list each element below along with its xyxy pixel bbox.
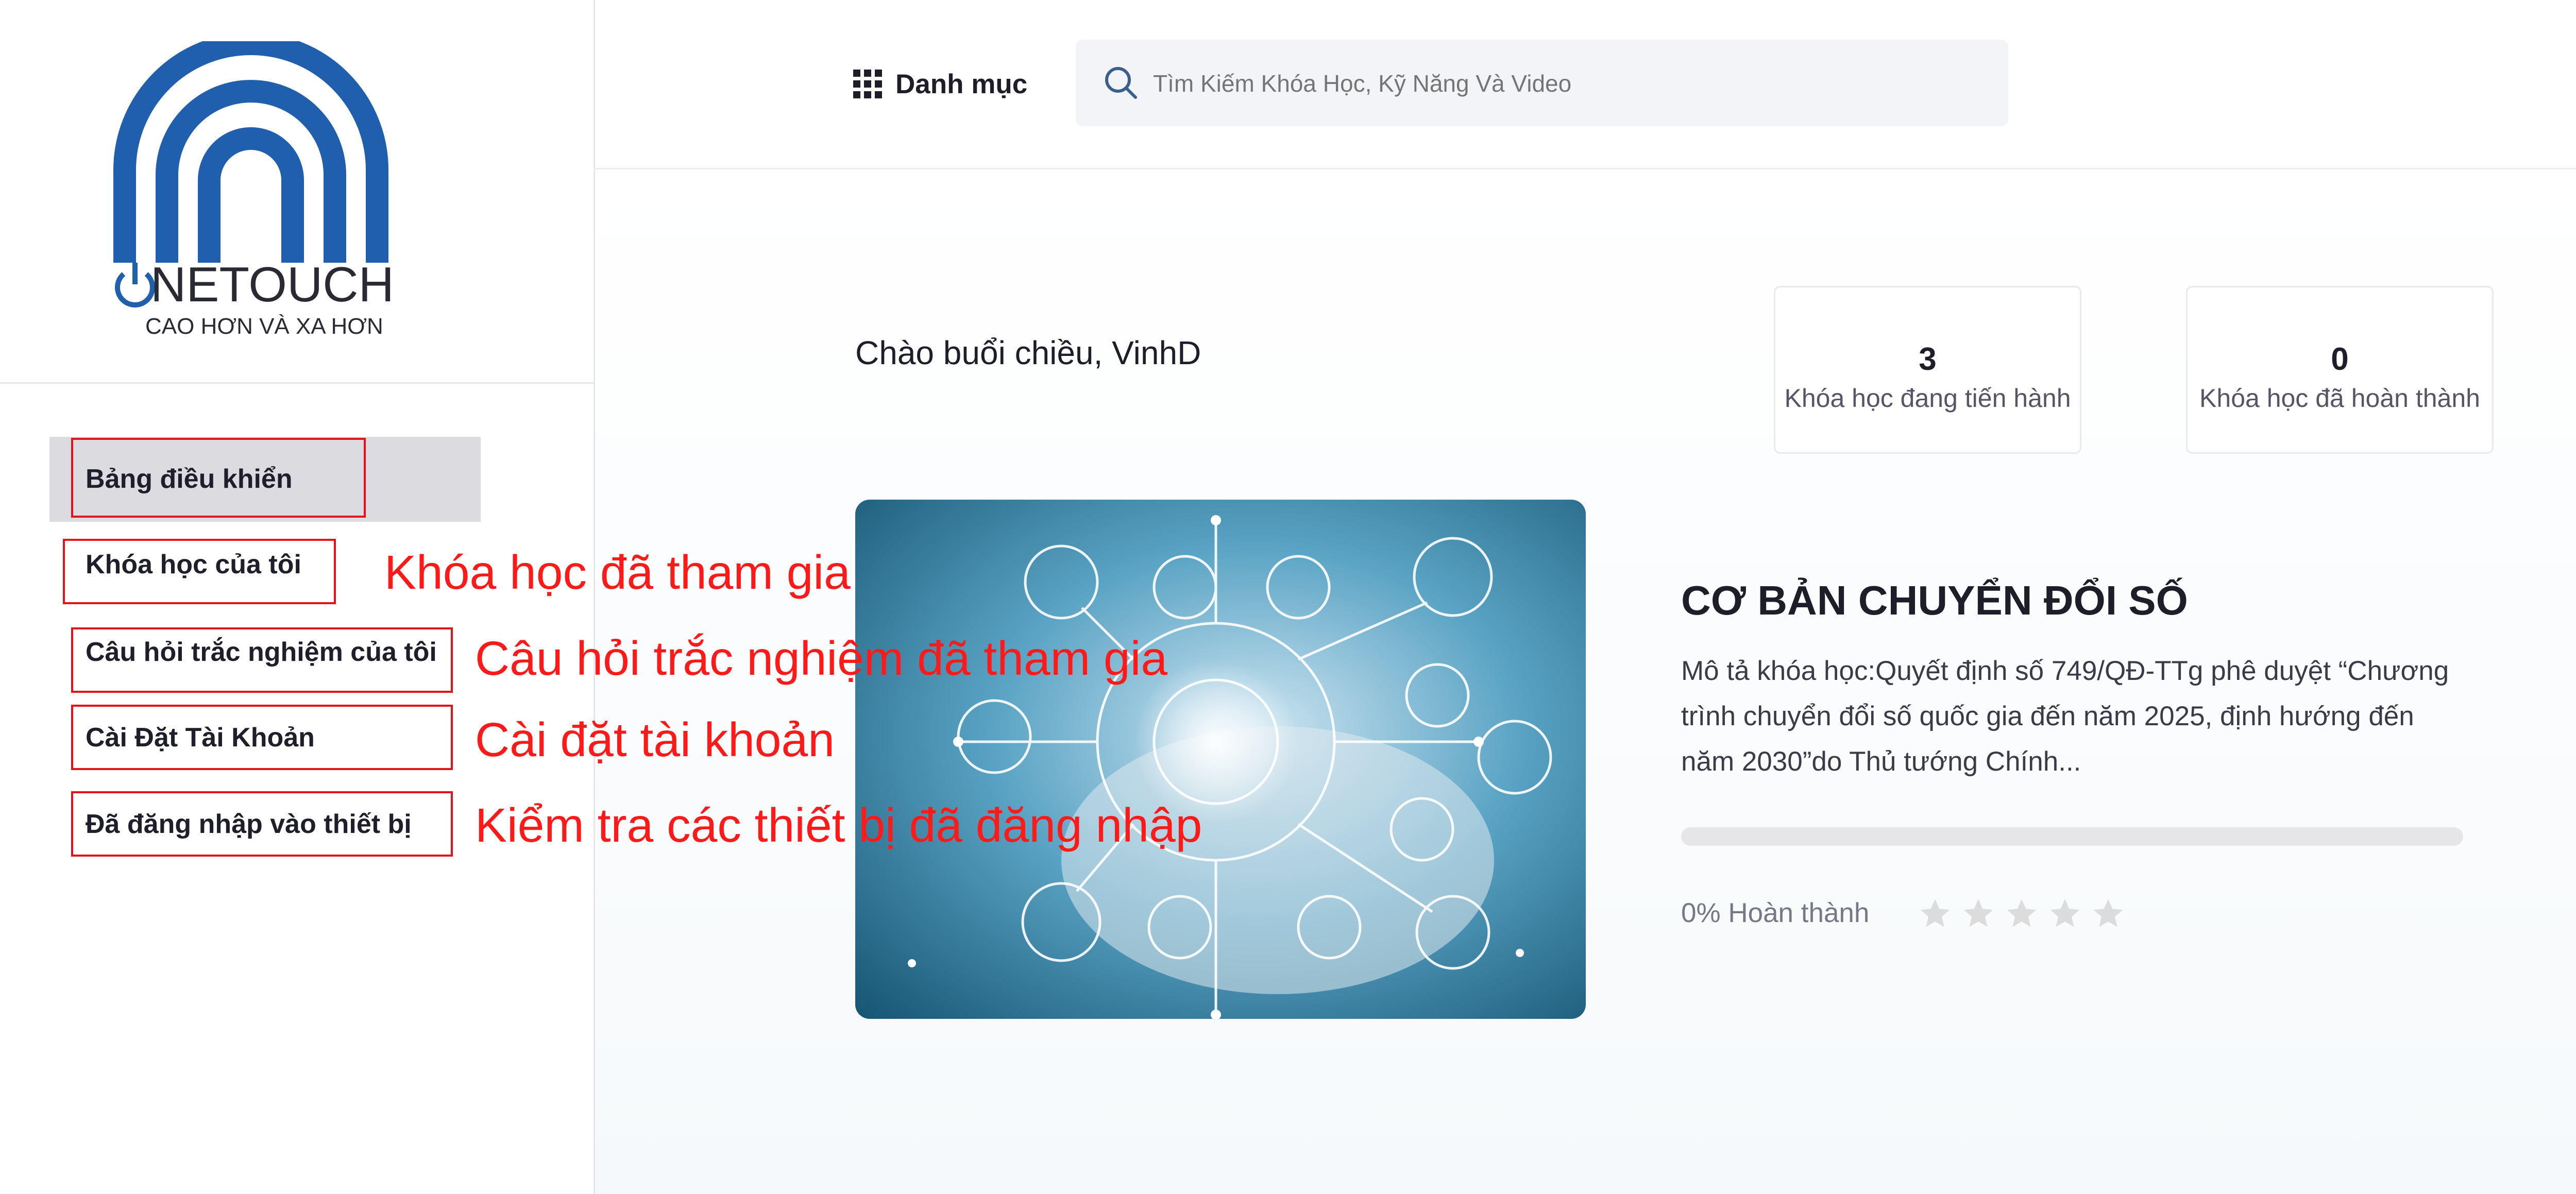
grid-icon <box>853 70 882 98</box>
course-description-line: trình chuyển đổi số quốc gia đến năm 202… <box>1681 701 2414 731</box>
stat-card-in-progress: 3 Khóa học đang tiến hành <box>1774 286 2081 454</box>
star-icon[interactable] <box>1961 896 1996 931</box>
category-menu-label: Danh mục <box>895 69 1028 99</box>
greeting: Chào buổi chiều, VinhD <box>855 334 1201 371</box>
category-menu-button[interactable]: Danh mục <box>853 66 1027 102</box>
course-title[interactable]: CƠ BẢN CHUYỂN ĐỔI SỐ <box>1681 577 2188 624</box>
sidebar-item-my-courses[interactable]: Khóa học của tôi <box>86 551 301 578</box>
annotation-my-quizzes: Câu hỏi trắc nghiệm đã tham gia <box>475 632 1168 685</box>
sidebar-item-account-settings[interactable]: Cài Đặt Tài Khoản <box>86 724 315 751</box>
onetouch-logo[interactable]: NETOUCH CAO HƠN VÀ XA HƠN <box>109 41 393 340</box>
star-icon[interactable] <box>2004 896 2039 931</box>
sidebar-item-dashboard[interactable]: Bảng điều khiển <box>86 466 293 492</box>
stat-label: Khóa học đang tiến hành <box>1784 384 2071 413</box>
star-icon[interactable] <box>2091 896 2126 931</box>
stat-card-completed: 0 Khóa học đã hoàn thành <box>2186 286 2494 454</box>
search-box[interactable] <box>1076 40 2008 126</box>
course-progress-label: 0% Hoàn thành <box>1681 898 1870 928</box>
annotation-account-settings: Cài đặt tài khoản <box>475 713 835 766</box>
star-icon[interactable] <box>2047 896 2082 931</box>
course-thumbnail[interactable] <box>855 500 1586 1019</box>
stat-label: Khóa học đã hoàn thành <box>2199 384 2480 413</box>
annotation-my-courses: Khóa học đã tham gia <box>384 545 851 599</box>
search-icon <box>1105 67 1137 99</box>
course-progress-bar <box>1681 827 2463 846</box>
course-description-line: Mô tả khóa học:Quyết định số 749/QĐ-TTg … <box>1681 656 2449 686</box>
annotation-logged-devices: Kiểm tra các thiết bị đã đăng nhập <box>475 798 1202 852</box>
sidebar-item-my-quizzes[interactable]: Câu hỏi trắc nghiệm của tôi <box>86 639 437 666</box>
course-description-line: năm 2030”do Thủ tướng Chính... <box>1681 746 2081 777</box>
search-input[interactable] <box>1152 60 1978 107</box>
sidebar-item-logged-devices[interactable]: Đã đăng nhập vào thiết bị <box>86 811 412 838</box>
stat-value: 3 <box>1919 342 1937 377</box>
stat-value: 0 <box>2331 342 2349 377</box>
course-rating <box>1918 896 2126 931</box>
star-icon[interactable] <box>1918 896 1953 931</box>
sidebar-divider <box>0 382 594 384</box>
brand-tagline: CAO HƠN VÀ XA HƠN <box>145 314 383 339</box>
brand-name: NETOUCH <box>150 257 393 312</box>
